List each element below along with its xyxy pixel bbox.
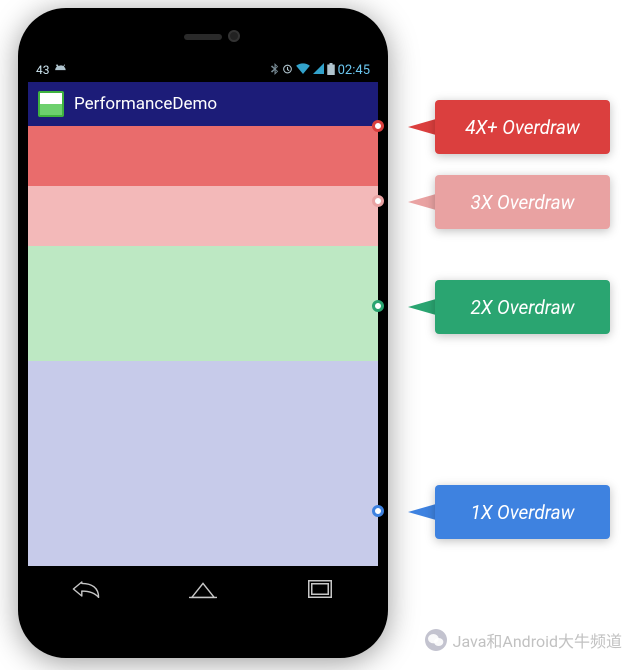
callouts-container: 4X+ Overdraw 3X Overdraw 2X Overdraw 1X … <box>400 0 630 670</box>
nav-home-button[interactable] <box>168 574 238 604</box>
callout-label: 4X+ Overdraw <box>465 116 580 139</box>
callout-dot-4x <box>372 120 384 132</box>
wifi-icon <box>296 63 310 77</box>
callout-1x-overdraw: 1X Overdraw <box>435 485 610 539</box>
callout-tail-2x <box>408 299 436 315</box>
status-left: 43 <box>36 63 68 78</box>
callout-tail-4x <box>408 119 436 135</box>
wechat-icon <box>425 629 447 651</box>
battery-icon <box>327 63 335 78</box>
android-icon <box>54 63 68 78</box>
nav-recents-button[interactable] <box>285 574 355 604</box>
overdraw-zone-4x <box>28 126 378 186</box>
callout-tail-1x <box>408 504 436 520</box>
notification-count: 43 <box>36 63 50 77</box>
phone-screen: 43 0 <box>28 58 378 612</box>
app-icon <box>38 91 64 117</box>
overdraw-zone-1x <box>28 361 378 566</box>
phone-camera <box>228 30 240 42</box>
overdraw-zone-2x <box>28 246 378 361</box>
signal-icon <box>313 63 324 77</box>
status-right: 02:45 <box>270 63 370 78</box>
watermark: Java和Android大牛频道 <box>425 628 622 652</box>
app-title: PerformanceDemo <box>74 94 217 114</box>
phone-frame: 43 0 <box>18 8 388 658</box>
status-bar: 43 0 <box>28 58 378 82</box>
nav-back-button[interactable] <box>51 574 121 604</box>
callout-3x-overdraw: 3X Overdraw <box>435 175 610 229</box>
overdraw-zone-3x <box>28 186 378 246</box>
alarm-icon <box>282 63 293 77</box>
callout-label: 3X Overdraw <box>470 191 574 214</box>
callout-tail-3x <box>408 194 436 210</box>
app-bar: PerformanceDemo <box>28 82 378 126</box>
screen-content <box>28 126 378 566</box>
callout-dot-3x <box>372 195 384 207</box>
status-time: 02:45 <box>338 63 370 78</box>
watermark-text: Java和Android大牛频道 <box>453 628 622 652</box>
navigation-bar <box>28 566 378 612</box>
callout-label: 2X Overdraw <box>470 296 574 319</box>
callout-dot-2x <box>372 300 384 312</box>
phone-speaker <box>184 34 222 40</box>
bluetooth-icon <box>270 63 279 78</box>
callout-2x-overdraw: 2X Overdraw <box>435 280 610 334</box>
callout-label: 1X Overdraw <box>470 501 574 524</box>
callout-4x-overdraw: 4X+ Overdraw <box>435 100 610 154</box>
callout-dot-1x <box>372 505 384 517</box>
